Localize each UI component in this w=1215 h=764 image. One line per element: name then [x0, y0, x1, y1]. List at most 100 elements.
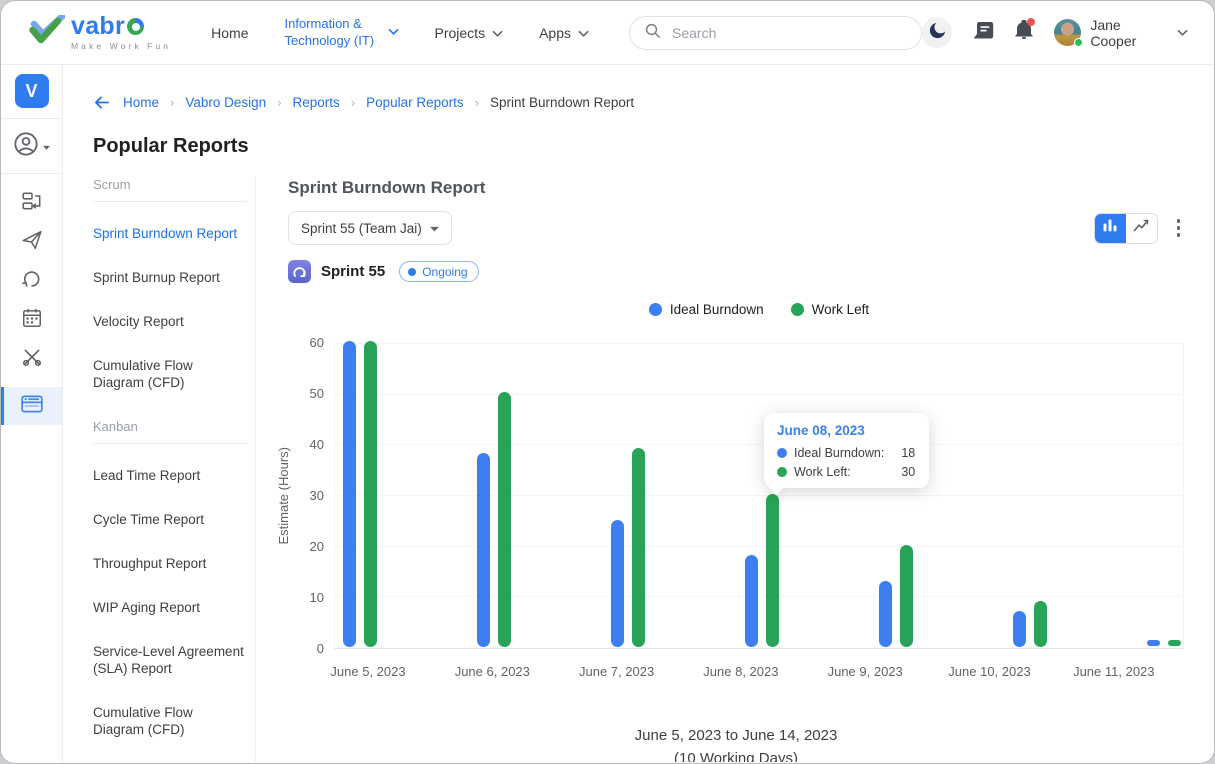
nav-item-label: Information & Technology (IT)	[285, 16, 381, 49]
burndown-chart: Estimate (Hours) June 08, 2023 Ideal Bur…	[288, 343, 1184, 649]
divider	[1, 173, 62, 174]
left-sidebar: V	[1, 65, 63, 762]
search-icon	[644, 22, 661, 44]
undo-icon	[21, 268, 43, 295]
x-axis-label-june-7-2023: June 7, 2023	[579, 664, 654, 679]
bar-ideal-burndown-june-9-2023[interactable]	[879, 581, 892, 647]
report-nav-list: Scrum Sprint Burndown Report Sprint Burnup…	[93, 177, 256, 762]
legend-work-left[interactable]: Work Left	[791, 302, 870, 317]
chat-button[interactable]	[973, 21, 994, 45]
brand-logo[interactable]: vabr Make Work Fun	[29, 14, 171, 51]
legend-ideal-burndown[interactable]: Ideal Burndown	[649, 302, 764, 317]
bar-chart-view-button[interactable]	[1095, 214, 1126, 243]
report-nav-item-wip-aging-report[interactable]: WIP Aging Report	[93, 599, 247, 616]
y-axis-tick-label: 60	[288, 335, 324, 350]
tooltip-value: 18	[891, 446, 915, 460]
gridline	[335, 444, 1183, 445]
y-axis-tick-label: 10	[288, 590, 324, 605]
sidebar-app-logo[interactable]: V	[15, 74, 49, 108]
sidebar-item-undo[interactable]	[21, 269, 43, 294]
sidebar-profile-switcher[interactable]	[13, 131, 51, 162]
sprint-icon	[288, 260, 311, 283]
report-nav-item-sprint-burndown-report[interactable]: Sprint Burndown Report	[93, 225, 247, 242]
chart-plot-area: June 08, 2023 Ideal Burndown: 18 Work Le…	[334, 343, 1184, 649]
line-chart-view-button[interactable]	[1126, 214, 1157, 243]
nav-item-apps[interactable]: Apps	[539, 25, 589, 41]
report-nav-section-title: Scrum	[93, 177, 247, 202]
sprint-selector[interactable]: Sprint 55 (Team Jai)	[288, 211, 452, 245]
x-axis-label-june-8-2023: June 8, 2023	[703, 664, 778, 679]
notifications-button[interactable]	[1015, 20, 1033, 45]
user-name: Jane Cooper	[1090, 17, 1168, 49]
sprint-name: Sprint 55	[321, 263, 385, 280]
sidebar-item-calendar[interactable]	[21, 308, 43, 333]
nav-item-information-technology-it[interactable]: Information & Technology (IT)	[285, 16, 399, 49]
y-axis-tick-label: 0	[288, 641, 324, 656]
legend-dot-icon	[649, 303, 662, 316]
nav-item-projects[interactable]: Projects	[435, 25, 504, 41]
back-arrow-icon[interactable]	[93, 95, 110, 110]
bar-chart-icon	[1102, 218, 1118, 238]
x-axis-label-june-10-2023: June 10, 2023	[948, 664, 1030, 679]
page-title: Popular Reports	[93, 135, 1184, 158]
chevron-down-icon	[492, 25, 503, 41]
series-dot-icon	[777, 467, 787, 477]
bar-ideal-burndown-june-8-2023[interactable]	[745, 555, 758, 647]
y-axis-tick-label: 30	[288, 488, 324, 503]
sidebar-item-tools[interactable]	[21, 347, 43, 372]
nav-menu: Home Information & Technology (IT) Project…	[211, 16, 625, 49]
breadcrumb-link-popular-reports[interactable]: Popular Reports	[366, 95, 464, 110]
bar-work-left-june-7-2023[interactable]	[632, 448, 645, 647]
report-nav-item-throughput-report[interactable]: Throughput Report	[93, 555, 247, 572]
sidebar-item-reports-active[interactable]	[1, 387, 62, 425]
bar-work-left-june-5-2023[interactable]	[364, 341, 377, 647]
breadcrumb-link-sprint-burndown-report: Sprint Burndown Report	[490, 95, 634, 110]
bar-work-left-june-10-2023[interactable]	[1034, 601, 1047, 647]
search-input[interactable]	[670, 24, 907, 42]
notification-badge-dot	[1027, 18, 1035, 26]
report-nav-item-sprint-burnup-report[interactable]: Sprint Burnup Report	[93, 269, 247, 286]
report-nav-item-cumulative-flow-diagram-cfd[interactable]: Cumulative Flow Diagram (CFD)	[93, 704, 247, 738]
app-window: vabr Make Work Fun Home Information & Tec…	[1, 1, 1214, 763]
sidebar-item-workflow[interactable]	[21, 191, 43, 216]
x-axis-label-june-5-2023: June 5, 2023	[330, 664, 405, 679]
workflow-icon	[21, 190, 43, 217]
report-title: Sprint Burndown Report	[288, 178, 1184, 198]
sprint-header: Sprint 55 Ongoing	[288, 260, 1184, 283]
bar-work-left-june-8-2023[interactable]	[766, 494, 779, 647]
breadcrumb-link-vabro-design[interactable]: Vabro Design	[185, 95, 266, 110]
chart-legend: Ideal Burndown Work Left	[334, 302, 1184, 317]
breadcrumb-separator: ›	[277, 95, 281, 110]
user-menu[interactable]: Jane Cooper	[1054, 17, 1188, 49]
breadcrumb-link-home[interactable]: Home	[123, 95, 159, 110]
search-box[interactable]	[629, 16, 922, 50]
report-toolbar: Sprint 55 (Team Jai)	[288, 211, 1184, 245]
nav-item-home[interactable]: Home	[211, 25, 248, 41]
bar-work-left-june-6-2023[interactable]	[498, 392, 511, 647]
dark-mode-toggle-button[interactable]	[922, 17, 952, 48]
bar-ideal-burndown-june-11-2023[interactable]	[1147, 640, 1160, 646]
bar-ideal-burndown-june-5-2023[interactable]	[343, 341, 356, 647]
navbar-actions: Jane Cooper	[922, 17, 1188, 49]
bar-ideal-burndown-june-7-2023[interactable]	[611, 520, 624, 648]
more-options-kebab-menu[interactable]	[1173, 216, 1185, 240]
calendar-icon	[21, 307, 43, 334]
bar-work-left-june-9-2023[interactable]	[900, 545, 913, 647]
nav-item-label: Projects	[435, 25, 486, 41]
x-axis-label-june-11-2023: June 11, 2023	[1073, 664, 1154, 679]
breadcrumb-link-reports[interactable]: Reports	[293, 95, 340, 110]
tools-icon	[21, 346, 43, 373]
bar-ideal-burndown-june-10-2023[interactable]	[1013, 611, 1026, 647]
report-nav-item-cumulative-flow-diagram-cfd[interactable]: Cumulative Flow Diagram (CFD)	[93, 357, 247, 391]
report-nav-item-service-level-agreement-sla-report[interactable]: Service-Level Agreement (SLA) Report	[93, 643, 247, 677]
sidebar-item-send[interactable]	[21, 230, 43, 255]
tooltip-row: Work Left: 30	[777, 465, 915, 479]
report-nav-item-velocity-report[interactable]: Velocity Report	[93, 313, 247, 330]
avatar	[1054, 19, 1081, 46]
report-nav-section-title: Kanban	[93, 419, 247, 444]
report-nav-item-lead-time-report[interactable]: Lead Time Report	[93, 467, 247, 484]
bar-ideal-burndown-june-6-2023[interactable]	[477, 453, 490, 647]
breadcrumb-separator: ›	[475, 95, 479, 110]
bar-work-left-june-11-2023[interactable]	[1168, 640, 1181, 646]
report-nav-item-cycle-time-report[interactable]: Cycle Time Report	[93, 511, 247, 528]
